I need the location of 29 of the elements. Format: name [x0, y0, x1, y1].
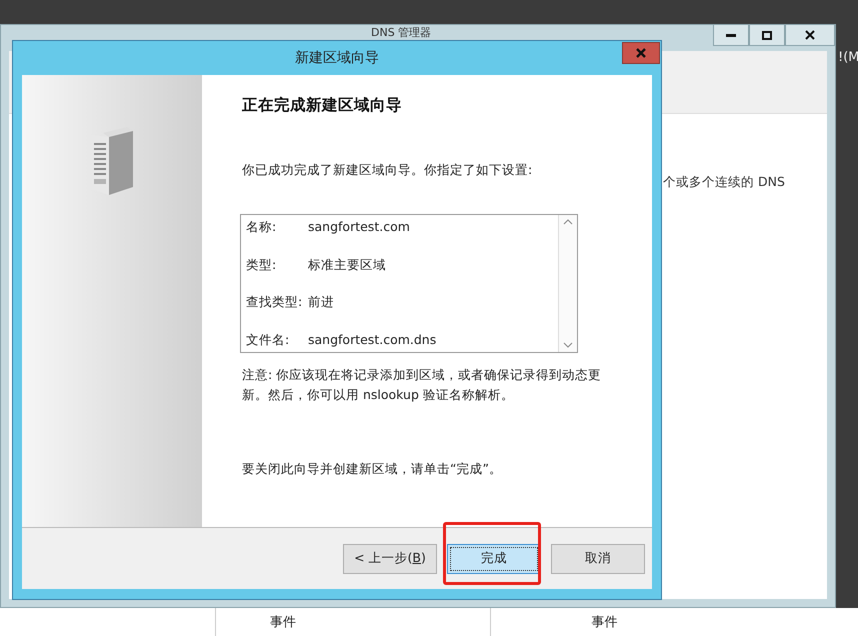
close-icon: [636, 48, 646, 58]
setting-value: sangfortest.com: [308, 218, 410, 236]
dialog-title: 新建区域向导: [295, 49, 379, 67]
dialog-button[interactable]: 完成: [447, 544, 541, 574]
setting-value: sangfortest.com.dns: [308, 330, 436, 349]
edge-text: !(M: [838, 50, 858, 65]
minimize-button[interactable]: [713, 25, 749, 46]
note-text: 注意: 你应该现在将记录添加到区域，或者确保记录得到动态更新。然后，你可以用 nslookup 验证名称解析。: [242, 366, 602, 404]
column-header: 事件: [270, 614, 297, 631]
close-button[interactable]: [785, 25, 835, 46]
description-text: 个或多个连续的 DNS: [663, 174, 786, 191]
setting-value: 标准主要区域: [308, 256, 386, 274]
wizard-heading: 正在完成新建区域向导: [242, 95, 403, 116]
column-header: 事件: [592, 614, 618, 631]
intro-text: 你已成功完成了新建区域向导。你指定了如下设置:: [242, 161, 534, 179]
minimize-icon: [726, 34, 736, 36]
window-title: DNS 管理器: [371, 26, 432, 39]
maximize-icon: [762, 30, 772, 40]
setting-label: 文件名:: [246, 330, 290, 349]
setting-label: 类型:: [246, 256, 278, 274]
scrollbar[interactable]: [558, 215, 577, 352]
setting-value: 前进: [308, 293, 334, 312]
dialog-button[interactable]: 取消: [551, 544, 645, 574]
setting-label: 查找类型:: [246, 293, 304, 312]
setting-label: 名称:: [246, 218, 278, 236]
dialog-button[interactable]: < 上一步(B): [343, 544, 437, 574]
maximize-button[interactable]: [749, 25, 785, 46]
close-icon: [805, 30, 815, 40]
closing-text: 要关闭此向导并创建新区域，请单击“完成”。: [242, 460, 503, 478]
